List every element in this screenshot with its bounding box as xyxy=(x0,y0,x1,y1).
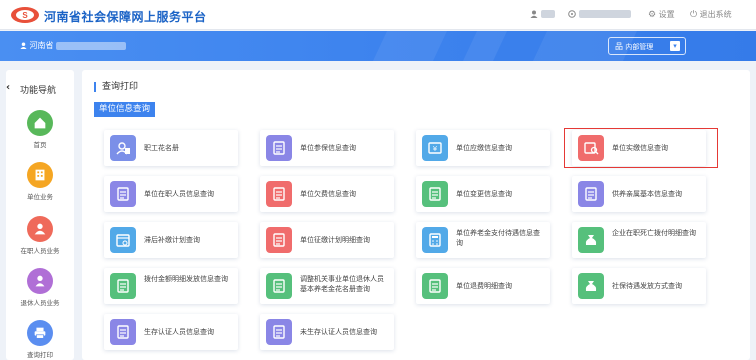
query-card[interactable]: 供养亲属基本信息查询 xyxy=(572,176,706,212)
pension-adjust-icon xyxy=(266,273,292,299)
query-card-label: 单位在职人员信息查询 xyxy=(144,190,214,198)
selected-highlight xyxy=(564,128,718,168)
query-card[interactable]: 生存认证人员信息查询 xyxy=(104,314,238,350)
svg-text:S: S xyxy=(22,11,28,20)
disbursement-icon xyxy=(110,273,136,299)
query-card-label: 拨付金额明细发放信息查询 xyxy=(144,275,228,283)
query-card-label: 供养亲属基本信息查询 xyxy=(612,190,682,198)
query-card[interactable]: 单位在职人员信息查询 xyxy=(104,176,238,212)
query-card-label: 职工花名册 xyxy=(144,144,179,152)
svg-text:¥: ¥ xyxy=(433,145,438,153)
logout-link[interactable]: ⏻ 退出系统 xyxy=(690,9,732,20)
query-card-label: 单位养老金支付待遇信息查询 xyxy=(456,229,540,247)
query-card-label: 滞后补缴计划查询 xyxy=(144,236,200,244)
user-icon xyxy=(530,10,538,18)
current-user: 河南省 xyxy=(20,40,126,51)
query-card[interactable]: 单位变更信息查询 xyxy=(416,176,550,212)
query-card[interactable]: 单位退费明细查询 xyxy=(416,268,550,304)
user-icon xyxy=(20,42,27,49)
sidebar-item-5[interactable]: 查询打印 xyxy=(6,320,74,359)
sidebar-item-label: 退休人员业务 xyxy=(20,299,60,307)
arrears-icon xyxy=(266,181,292,207)
org-chart-icon: 品 xyxy=(615,42,623,51)
org-info[interactable] xyxy=(568,9,631,18)
query-card-label: 单位征缴计划明细查询 xyxy=(300,236,370,244)
query-card[interactable]: 企业在职死亡拨付明细查询 xyxy=(572,222,706,258)
region-label: 河南省 xyxy=(29,41,54,50)
query-card-label: 单位退费明细查询 xyxy=(456,282,512,290)
site-title: 河南省社会保障网上服务平台 xyxy=(44,10,207,24)
target-icon xyxy=(568,9,576,18)
roster-icon xyxy=(110,135,136,161)
top-header: S 河南省社会保障网上服务平台 ⚙ 设置 ⏻ 退出系统 xyxy=(0,0,756,30)
certificate-icon xyxy=(110,319,136,345)
sidebar-item-label: 单位业务 xyxy=(27,193,53,201)
sidebar-item-2[interactable]: 单位业务 xyxy=(6,162,74,201)
logo-icon: S xyxy=(11,7,39,23)
page-title: 查询打印 xyxy=(94,82,138,92)
query-card[interactable]: 单位征缴计划明细查询 xyxy=(260,222,394,258)
org-redacted xyxy=(578,9,631,18)
query-card-label: 未生存认证人员信息查询 xyxy=(300,328,377,336)
query-card-label: 调整机关事业单位退休人员基本养老金花名册查询 xyxy=(300,275,384,293)
query-card[interactable]: 职工花名册 xyxy=(104,130,238,166)
worker-icon xyxy=(27,216,53,242)
sidebar-item-label: 在职人员业务 xyxy=(20,247,60,255)
query-card[interactable]: ¥ 单位应缴信息查询 xyxy=(416,130,550,166)
chevron-down-icon: ▾ xyxy=(670,41,680,51)
query-card[interactable]: 单位参保信息查询 xyxy=(260,130,394,166)
gear-icon: ⚙ xyxy=(648,10,657,20)
user-bar: 河南省 品 内部管理 ▾ xyxy=(0,31,756,61)
printer-icon xyxy=(27,320,53,346)
query-card[interactable]: 未生存认证人员信息查询 xyxy=(260,314,394,350)
query-card-label: 单位参保信息查询 xyxy=(300,144,356,152)
query-card-label: 单位应缴信息查询 xyxy=(456,144,512,152)
internal-mgmt-button[interactable]: 品 内部管理 ▾ xyxy=(608,37,686,55)
document-icon xyxy=(266,135,292,161)
payment-due-icon: ¥ xyxy=(422,135,448,161)
query-card[interactable]: 拨付金额明细发放信息查询 xyxy=(104,268,238,304)
settings-label: 设置 xyxy=(658,10,675,19)
collapse-icon[interactable]: ‹ xyxy=(6,82,10,93)
building-staff-icon xyxy=(110,181,136,207)
sidebar-item-label: 首页 xyxy=(33,141,47,149)
sidebar-item-label: 查询打印 xyxy=(27,351,53,359)
logout-label: 退出系统 xyxy=(699,10,732,19)
sidebar-item-1[interactable]: 首页 xyxy=(6,110,74,149)
sidebar: ‹ 功能导航 首页单位业务在职人员业务 退休人员业务 查询打印 xyxy=(6,70,74,360)
family-icon xyxy=(578,181,604,207)
uncertified-icon xyxy=(266,319,292,345)
username-redacted xyxy=(540,9,555,18)
query-card[interactable]: 单位养老金支付待遇信息查询 xyxy=(416,222,550,258)
query-card[interactable]: 社保待遇发放方式查询 xyxy=(572,268,706,304)
query-card-label: 生存认证人员信息查询 xyxy=(144,328,214,336)
calendar-icon xyxy=(110,227,136,253)
query-card-label: 企业在职死亡拨付明细查询 xyxy=(612,229,696,237)
unit-name-redacted xyxy=(55,41,126,50)
settings-link[interactable]: ⚙ 设置 xyxy=(648,9,675,20)
sidebar-title: 功能导航 xyxy=(20,86,57,96)
internal-mgmt-label: 内部管理 xyxy=(625,43,654,51)
query-card-label: 单位变更信息查询 xyxy=(456,190,512,198)
home-icon xyxy=(27,110,53,136)
query-card[interactable]: 单位欠费信息查询 xyxy=(260,176,394,212)
sidebar-item-3[interactable]: 在职人员业务 xyxy=(6,216,74,255)
bag-icon xyxy=(578,227,604,253)
query-card[interactable]: 滞后补缴计划查询 xyxy=(104,222,238,258)
calculator-icon xyxy=(422,227,448,253)
power-icon: ⏻ xyxy=(690,10,698,20)
main-panel: 查询打印 单位信息查询 职工花名册 单位参保信息查询 ¥ 单位应缴信息查询 单位实缴信息… xyxy=(82,70,750,360)
retiree-icon xyxy=(27,268,53,294)
section-title: 单位信息查询 xyxy=(94,102,156,117)
query-card[interactable]: 调整机关事业单位退休人员基本养老金花名册查询 xyxy=(260,268,394,304)
sidebar-item-4[interactable]: 退休人员业务 xyxy=(6,268,74,307)
refund-icon xyxy=(422,273,448,299)
building-icon xyxy=(27,162,53,188)
user-menu[interactable] xyxy=(530,9,555,18)
change-icon xyxy=(422,181,448,207)
money-bag-icon xyxy=(578,273,604,299)
query-card-label: 单位欠费信息查询 xyxy=(300,190,356,198)
query-card-label: 社保待遇发放方式查询 xyxy=(612,282,682,290)
plan-detail-icon xyxy=(266,227,292,253)
